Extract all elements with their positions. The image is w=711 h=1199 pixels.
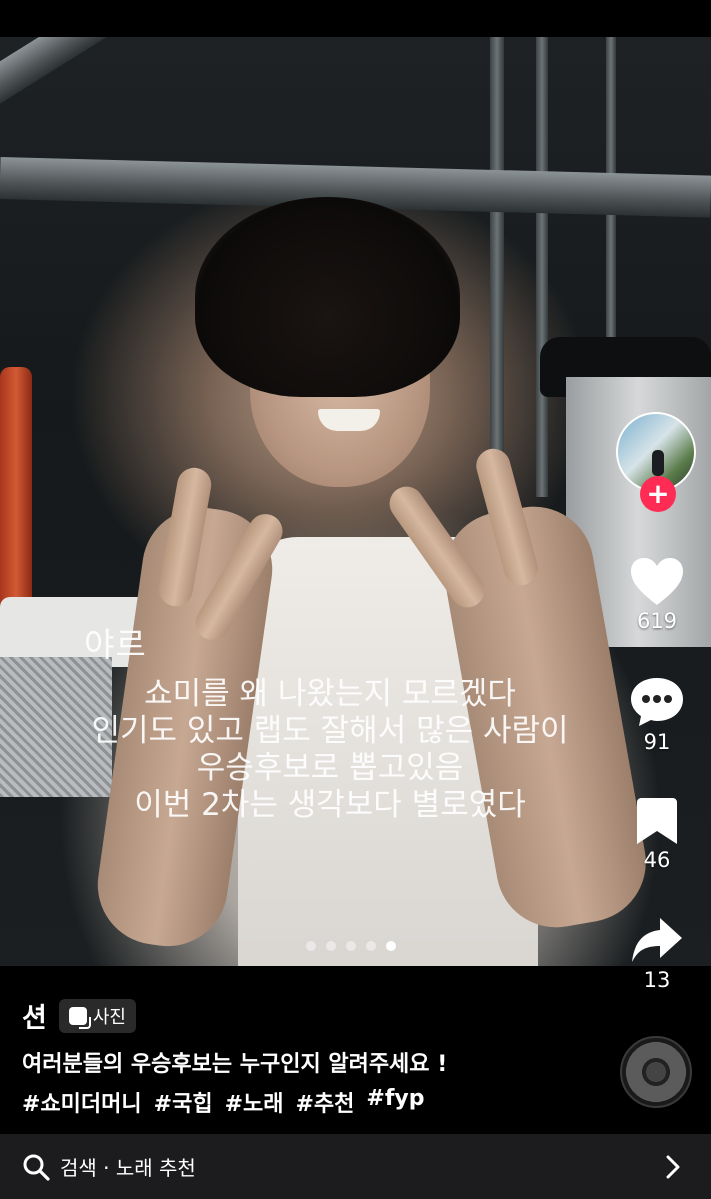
- hashtag-link[interactable]: #국힙: [154, 1086, 213, 1118]
- like-button[interactable]: 619: [612, 557, 702, 633]
- overlay-caption: 쇼미를 왜 나왔는지 모르겠다 인기도 있고 랩도 잘해서 많은 사람이 우승후…: [90, 676, 570, 824]
- heart-icon: [631, 558, 683, 605]
- carousel-dot: [326, 941, 336, 951]
- music-disc[interactable]: [620, 1036, 692, 1108]
- chevron-right-icon: [666, 1155, 680, 1178]
- carousel-dot: [366, 941, 376, 951]
- photo-icon: [68, 1006, 91, 1029]
- creator-avatar-group: +: [616, 412, 696, 512]
- follow-button[interactable]: +: [640, 476, 676, 512]
- carousel-dot: [386, 941, 396, 951]
- hashtag-link[interactable]: #노래: [225, 1086, 284, 1118]
- save-button[interactable]: 46: [612, 796, 702, 872]
- comment-button[interactable]: 91: [612, 676, 702, 754]
- search-query-text: 검색 · 노래 추천: [60, 1156, 196, 1180]
- overlay-line: 인기도 있고 랩도 잘해서 많은 사람이: [91, 713, 569, 749]
- share-count: 13: [643, 968, 671, 992]
- share-button[interactable]: 13: [612, 916, 702, 992]
- hashtag-list: #쇼미더머니 #국힙 #노래 #추천 #fyp: [22, 1086, 425, 1118]
- post-photo[interactable]: [0, 37, 711, 966]
- hashtag-link[interactable]: #쇼미더머니: [22, 1086, 142, 1118]
- hashtag-link[interactable]: #추천: [295, 1086, 354, 1118]
- comment-count: 91: [643, 730, 671, 754]
- extinguisher: [0, 367, 32, 617]
- carousel-dot: [346, 941, 356, 951]
- search-icon: [23, 1154, 50, 1181]
- status-bar: [0, 0, 711, 37]
- share-icon: [632, 918, 682, 962]
- like-count: 619: [636, 609, 678, 633]
- search-bar[interactable]: 검색 · 노래 추천: [0, 1134, 711, 1199]
- photo-badge-label: 사진: [92, 1006, 126, 1028]
- post-caption: 여러분들의 우승후보는 누구인지 알려주세요 !: [22, 1052, 448, 1077]
- person-hair: [195, 197, 460, 397]
- overlay-line: 이번 2차는 생각보다 별로였다: [134, 787, 526, 823]
- comment-icon: [631, 678, 683, 726]
- scaffold-pipe: [0, 37, 160, 111]
- author-name[interactable]: 션: [22, 996, 47, 1035]
- bookmark-icon: [637, 798, 677, 844]
- overlay-nickname: 야르: [84, 625, 147, 664]
- screen: 야르 쇼미를 왜 나왔는지 모르겠다 인기도 있고 랩도 잘해서 많은 사람이 …: [0, 0, 711, 1199]
- author-row: 션 사진: [22, 996, 136, 1035]
- carousel-pagination: [306, 941, 396, 951]
- overlay-line: 우승후보로 뽑고있음: [196, 750, 464, 786]
- hashtag-link[interactable]: #fyp: [366, 1086, 424, 1118]
- photo-badge: 사진: [58, 998, 136, 1033]
- search-chevron[interactable]: [657, 1151, 689, 1183]
- overlay-line: 쇼미를 왜 나왔는지 모르겠다: [144, 676, 516, 712]
- carousel-dot: [306, 941, 316, 951]
- save-count: 46: [643, 848, 671, 872]
